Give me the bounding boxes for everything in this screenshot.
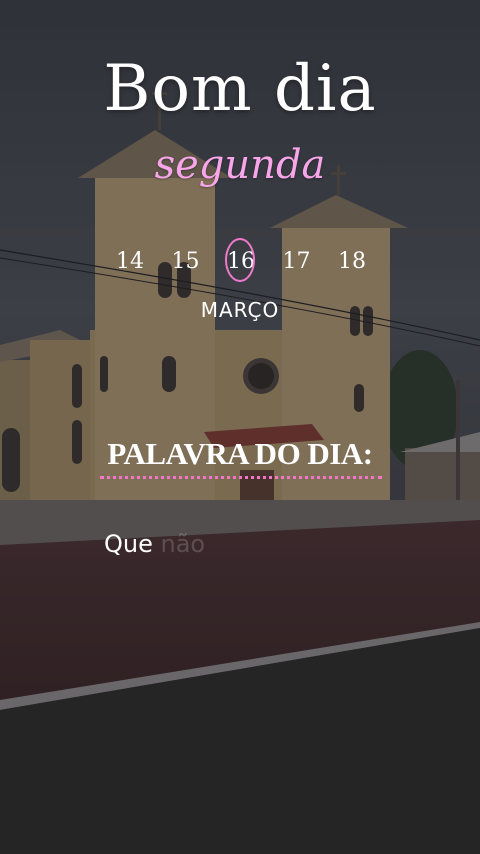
story-frame: Bom dia segunda 14 15 16 17 18 MARÇO PAL…: [0, 0, 480, 854]
dark-overlay: [0, 0, 480, 854]
quote-faded-text: não: [152, 530, 206, 558]
word-of-day-text: Que não: [104, 530, 205, 558]
weekday-label: segunda: [154, 142, 326, 188]
date-16-highlighted: 16: [216, 238, 266, 282]
word-of-day-heading: PALAVRA DO DIA:: [107, 436, 373, 471]
month-label: MARÇO: [200, 298, 280, 322]
quote-visible-text: Que: [104, 530, 153, 558]
date-14: 14: [116, 249, 144, 274]
greeting-title: Bom dia: [103, 52, 377, 126]
date-strip: 14 15 16 17 18: [105, 238, 377, 282]
dotted-divider: [100, 473, 382, 479]
date-18: 18: [338, 249, 366, 274]
date-15: 15: [171, 249, 200, 274]
date-17: 17: [282, 249, 311, 274]
highlight-ring-icon: [225, 238, 255, 282]
